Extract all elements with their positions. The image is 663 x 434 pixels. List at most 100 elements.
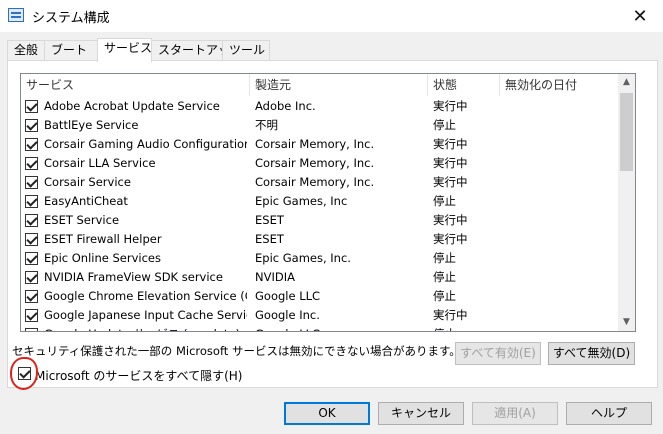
service-disabled-date bbox=[505, 116, 615, 135]
column-header-service[interactable]: サービス bbox=[21, 74, 250, 96]
apply-button[interactable]: 適用(A) bbox=[472, 402, 558, 425]
service-checkbox[interactable] bbox=[25, 252, 38, 265]
service-row[interactable]: ESET Service ESET 実行中 bbox=[21, 211, 619, 230]
service-name: Google Update サービス (gupdate) bbox=[44, 325, 247, 331]
service-manufacturer: NVIDIA bbox=[255, 270, 295, 284]
service-name: ESET Service bbox=[44, 213, 120, 227]
service-name: Corsair Gaming Audio Configuration... bbox=[44, 137, 247, 151]
service-status: 実行中 bbox=[433, 99, 468, 113]
service-status: 実行中 bbox=[433, 213, 468, 227]
tab-services[interactable]: サービス bbox=[97, 38, 152, 62]
service-manufacturer: Epic Games, Inc. bbox=[255, 251, 351, 265]
msconfig-app-icon bbox=[8, 8, 24, 22]
service-name: EasyAntiCheat bbox=[44, 194, 128, 208]
service-status: 実行中 bbox=[433, 232, 468, 246]
service-row[interactable]: NVIDIA FrameView SDK service NVIDIA 停止 bbox=[21, 268, 619, 287]
service-checkbox[interactable] bbox=[25, 290, 38, 303]
service-manufacturer: 不明 bbox=[255, 118, 278, 132]
help-button[interactable]: ヘルプ bbox=[566, 402, 652, 425]
service-checkbox[interactable] bbox=[25, 309, 38, 322]
service-name: ESET Firewall Helper bbox=[44, 232, 162, 246]
service-disabled-date bbox=[505, 173, 615, 192]
service-manufacturer: Corsair Memory, Inc. bbox=[255, 137, 375, 151]
scroll-up-icon[interactable]: ▲ bbox=[618, 74, 635, 91]
service-manufacturer: Google LLC bbox=[255, 289, 321, 303]
services-list[interactable]: サービス 製造元 状態 無効化の日付 Adobe Acrobat Update … bbox=[20, 73, 636, 332]
service-row[interactable]: Corsair LLA Service Corsair Memory, Inc. 実… bbox=[21, 154, 619, 173]
service-checkbox[interactable] bbox=[25, 328, 38, 331]
service-status: 実行中 bbox=[433, 137, 468, 151]
service-row[interactable]: Corsair Service Corsair Memory, Inc. 実行中 bbox=[21, 173, 619, 192]
scroll-down-icon[interactable]: ▼ bbox=[618, 314, 635, 331]
column-header-manufacturer[interactable]: 製造元 bbox=[250, 74, 428, 96]
service-name: Epic Online Services bbox=[44, 251, 161, 265]
title-bar: システム構成 ✕ bbox=[0, 0, 663, 32]
service-manufacturer: Adobe Inc. bbox=[255, 99, 316, 113]
service-row[interactable]: Google Chrome Elevation Service (G... Goo… bbox=[21, 287, 619, 306]
service-disabled-date bbox=[505, 230, 615, 249]
cancel-button[interactable]: キャンセル bbox=[378, 402, 464, 425]
service-manufacturer: ESET bbox=[255, 232, 284, 246]
service-status: 実行中 bbox=[433, 156, 468, 170]
service-status: 停止 bbox=[433, 194, 456, 208]
tab-boot[interactable]: ブート bbox=[44, 40, 98, 61]
service-disabled-date bbox=[505, 268, 615, 287]
service-disabled-date bbox=[505, 249, 615, 268]
service-name: BattlEye Service bbox=[44, 118, 139, 132]
scrollbar-thumb[interactable] bbox=[620, 93, 633, 171]
service-checkbox[interactable] bbox=[25, 119, 38, 132]
service-row[interactable]: EasyAntiCheat Epic Games, Inc 停止 bbox=[21, 192, 619, 211]
service-status: 実行中 bbox=[433, 175, 468, 189]
service-row[interactable]: Google Japanese Input Cache Service Googl… bbox=[21, 306, 619, 325]
service-disabled-date bbox=[505, 97, 615, 116]
service-name: Google Chrome Elevation Service (G... bbox=[44, 289, 247, 303]
service-checkbox[interactable] bbox=[25, 233, 38, 246]
service-manufacturer: Google LLC bbox=[255, 325, 425, 331]
list-header: サービス 製造元 状態 無効化の日付 bbox=[21, 74, 619, 96]
service-checkbox[interactable] bbox=[25, 271, 38, 284]
service-status: 停止 bbox=[433, 270, 456, 284]
column-header-disabled-date[interactable]: 無効化の日付 bbox=[500, 74, 619, 96]
service-checkbox[interactable] bbox=[25, 138, 38, 151]
hide-microsoft-services-label[interactable]: Microsoft のサービスをすべて隠す(H) bbox=[35, 367, 243, 384]
service-row[interactable]: Corsair Gaming Audio Configuration... Cor… bbox=[21, 135, 619, 154]
service-name: NVIDIA FrameView SDK service bbox=[44, 270, 223, 284]
service-name: Google Japanese Input Cache Service bbox=[44, 308, 247, 322]
service-status: 停止 bbox=[433, 118, 456, 132]
service-name: Corsair Service bbox=[44, 175, 131, 189]
service-manufacturer: ESET bbox=[255, 213, 284, 227]
service-checkbox[interactable] bbox=[25, 100, 38, 113]
service-name: Corsair LLA Service bbox=[44, 156, 156, 170]
service-disabled-date bbox=[505, 287, 615, 306]
service-status: 実行中 bbox=[433, 308, 468, 322]
protected-services-note: セキュリティ保護された一部の Microsoft サービスは無効にできない場合が… bbox=[12, 344, 461, 358]
service-checkbox[interactable] bbox=[25, 157, 38, 170]
service-disabled-date bbox=[505, 192, 615, 211]
service-manufacturer: Google Inc. bbox=[255, 308, 320, 322]
service-status: 停止 bbox=[433, 289, 456, 303]
service-disabled-date bbox=[505, 306, 615, 325]
ok-button[interactable]: OK bbox=[284, 402, 370, 425]
service-disabled-date bbox=[505, 211, 615, 230]
window-title: システム構成 bbox=[32, 11, 110, 26]
service-disabled-date bbox=[505, 135, 615, 154]
close-button[interactable]: ✕ bbox=[617, 0, 663, 32]
service-checkbox[interactable] bbox=[25, 176, 38, 189]
service-status: 停止 bbox=[433, 325, 497, 331]
service-checkbox[interactable] bbox=[25, 214, 38, 227]
service-checkbox[interactable] bbox=[25, 195, 38, 208]
tab-tools[interactable]: ツール bbox=[222, 40, 270, 61]
service-manufacturer: Epic Games, Inc bbox=[255, 194, 348, 208]
column-header-status[interactable]: 状態 bbox=[428, 74, 500, 96]
service-row[interactable]: BattlEye Service 不明 停止 bbox=[21, 116, 619, 135]
vertical-scrollbar[interactable]: ▲ ▼ bbox=[618, 74, 635, 331]
service-row[interactable]: Adobe Acrobat Update Service Adobe Inc. 実行… bbox=[21, 97, 619, 116]
tab-startup[interactable]: スタートアップ bbox=[151, 40, 242, 61]
service-row[interactable]: Epic Online Services Epic Games, Inc. 停止 bbox=[21, 249, 619, 268]
tab-general[interactable]: 全般 bbox=[7, 40, 45, 61]
service-row[interactable]: ESET Firewall Helper ESET 実行中 bbox=[21, 230, 619, 249]
enable-all-button[interactable]: すべて有効(E) bbox=[455, 342, 541, 365]
service-row[interactable]: Google Update サービス (gupdate) Google LLC 停止 bbox=[21, 325, 619, 331]
service-manufacturer: Corsair Memory, Inc. bbox=[255, 175, 375, 189]
disable-all-button[interactable]: すべて無効(D) bbox=[548, 342, 635, 365]
